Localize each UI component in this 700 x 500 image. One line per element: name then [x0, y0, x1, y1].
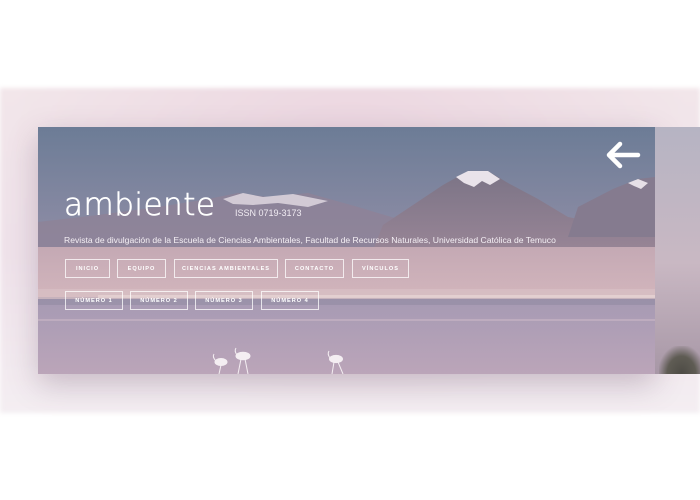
issue-button-4[interactable]: NÚMERO 4: [261, 291, 319, 310]
site-subtitle: Revista de divulgación de la Escuela de …: [64, 235, 556, 245]
nav-button-inicio[interactable]: INICIO: [65, 259, 110, 278]
nav-button-ciencias-ambientales[interactable]: CIENCIAS AMBIENTALES: [174, 259, 278, 278]
tree-silhouette: [659, 346, 700, 374]
issue-button-3[interactable]: NÚMERO 3: [195, 291, 253, 310]
issue-button-1[interactable]: NÚMERO 1: [65, 291, 123, 310]
arrow-left-icon[interactable]: [605, 140, 641, 170]
nav-button-equipo[interactable]: EQUIPO: [117, 259, 166, 278]
ambiente-logo[interactable]: ambiente: [64, 187, 216, 224]
next-slide-preview: [655, 127, 700, 374]
issue-button-2[interactable]: NÚMERO 2: [130, 291, 188, 310]
hero-banner: [38, 127, 655, 374]
issn-label: ISSN 0719-3173: [235, 208, 302, 218]
nav-button-vinculos[interactable]: VÍNCULOS: [352, 259, 409, 278]
landscape-image: [38, 127, 655, 374]
nav-button-contacto[interactable]: CONTACTO: [285, 259, 344, 278]
